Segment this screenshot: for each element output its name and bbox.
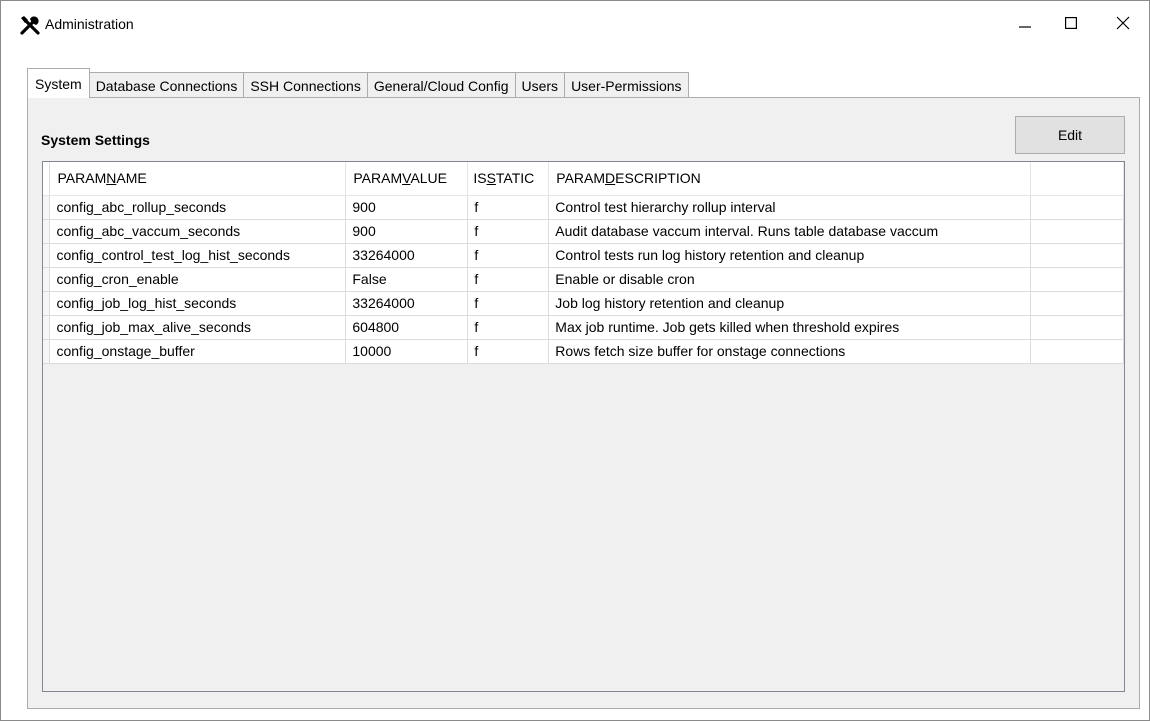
tab-users[interactable]: Users xyxy=(514,72,566,98)
cell-paramname[interactable]: config_cron_enable xyxy=(49,267,347,292)
cell-isstatic[interactable]: f xyxy=(467,195,550,220)
minimize-icon xyxy=(1019,16,1031,32)
title-bar[interactable]: Administration xyxy=(1,1,1149,47)
table-row[interactable]: config_abc_vaccum_seconds 900 f Audit da… xyxy=(43,219,1124,244)
column-header-paramname[interactable]: PARAMNAME xyxy=(49,162,347,196)
system-tab-page: System Settings Edit PARAMNAME PARAMVALU… xyxy=(27,97,1140,709)
tab-system[interactable]: System xyxy=(27,68,90,98)
cell-paramname[interactable]: config_job_max_alive_seconds xyxy=(49,315,347,340)
column-header-filler xyxy=(1030,162,1124,196)
row-header[interactable] xyxy=(43,219,51,244)
cell-filler xyxy=(1030,291,1124,316)
table-row[interactable]: config_job_log_hist_seconds 33264000 f J… xyxy=(43,291,1124,316)
table-row[interactable]: config_control_test_log_hist_seconds 332… xyxy=(43,243,1124,268)
cell-paramdescription[interactable]: Max job runtime. Job gets killed when th… xyxy=(548,315,1032,340)
tab-user-permissions[interactable]: User-Permissions xyxy=(564,72,689,98)
maximize-icon xyxy=(1065,16,1078,32)
row-header[interactable] xyxy=(43,195,51,220)
maximize-button[interactable] xyxy=(1048,1,1094,47)
window-title: Administration xyxy=(45,16,134,32)
cell-paramdescription[interactable]: Rows fetch size buffer for onstage conne… xyxy=(548,339,1032,364)
cell-isstatic[interactable]: f xyxy=(467,267,550,292)
tab-database-connections[interactable]: Database Connections xyxy=(88,72,245,98)
cell-isstatic[interactable]: f xyxy=(467,243,550,268)
row-header[interactable] xyxy=(43,339,51,364)
cell-paramdescription[interactable]: Audit database vaccum interval. Runs tab… xyxy=(548,219,1032,244)
cell-filler xyxy=(1030,339,1124,364)
cell-filler xyxy=(1030,267,1124,292)
cell-filler xyxy=(1030,219,1124,244)
tab-ssh-connections[interactable]: SSH Connections xyxy=(243,72,368,98)
cell-filler xyxy=(1030,243,1124,268)
cell-paramvalue[interactable]: 900 xyxy=(345,219,469,244)
cell-paramname[interactable]: config_control_test_log_hist_seconds xyxy=(49,243,347,268)
admin-window: Administration System Database Connectio… xyxy=(0,0,1150,721)
cell-paramname[interactable]: config_onstage_buffer xyxy=(49,339,347,364)
table-row[interactable]: config_onstage_buffer 10000 f Rows fetch… xyxy=(43,339,1124,364)
cell-isstatic[interactable]: f xyxy=(467,291,550,316)
cell-paramdescription[interactable]: Enable or disable cron xyxy=(548,267,1032,292)
column-header-isstatic[interactable]: ISSTATIC xyxy=(467,162,550,196)
settings-grid[interactable]: PARAMNAME PARAMVALUE ISSTATIC PARAMDESCR… xyxy=(42,161,1125,692)
close-button[interactable] xyxy=(1100,1,1146,47)
column-header-paramvalue[interactable]: PARAMVALUE xyxy=(345,162,469,196)
header-row: PARAMNAME PARAMVALUE ISSTATIC PARAMDESCR… xyxy=(43,162,1124,196)
table-row[interactable]: config_abc_rollup_seconds 900 f Control … xyxy=(43,195,1124,220)
row-header[interactable] xyxy=(43,291,51,316)
cell-paramname[interactable]: config_job_log_hist_seconds xyxy=(49,291,347,316)
row-header-corner xyxy=(43,162,51,196)
cell-paramvalue[interactable]: 10000 xyxy=(345,339,469,364)
table-row[interactable]: config_job_max_alive_seconds 604800 f Ma… xyxy=(43,315,1124,340)
cell-paramname[interactable]: config_abc_rollup_seconds xyxy=(49,195,347,220)
cell-paramvalue[interactable]: 900 xyxy=(345,195,469,220)
tools-icon xyxy=(19,14,41,36)
table-row[interactable]: config_cron_enable False f Enable or dis… xyxy=(43,267,1124,292)
cell-paramname[interactable]: config_abc_vaccum_seconds xyxy=(49,219,347,244)
column-header-paramdescription[interactable]: PARAMDESCRIPTION xyxy=(548,162,1032,196)
close-icon xyxy=(1116,16,1130,33)
page-title: System Settings xyxy=(41,132,150,148)
minimize-button[interactable] xyxy=(1002,1,1048,47)
cell-isstatic[interactable]: f xyxy=(467,219,550,244)
cell-paramvalue[interactable]: False xyxy=(345,267,469,292)
cell-paramvalue[interactable]: 33264000 xyxy=(345,243,469,268)
tab-strip: System Database Connections SSH Connecti… xyxy=(27,68,689,98)
row-header[interactable] xyxy=(43,267,51,292)
cell-paramdescription[interactable]: Job log history retention and cleanup xyxy=(548,291,1032,316)
cell-isstatic[interactable]: f xyxy=(467,315,550,340)
cell-paramdescription[interactable]: Control tests run log history retention … xyxy=(548,243,1032,268)
tab-general-cloud-config[interactable]: General/Cloud Config xyxy=(366,72,516,98)
cell-paramvalue[interactable]: 604800 xyxy=(345,315,469,340)
row-header[interactable] xyxy=(43,315,51,340)
edit-button[interactable]: Edit xyxy=(1015,116,1125,154)
cell-isstatic[interactable]: f xyxy=(467,339,550,364)
cell-filler xyxy=(1030,195,1124,220)
row-header[interactable] xyxy=(43,243,51,268)
cell-paramvalue[interactable]: 33264000 xyxy=(345,291,469,316)
cell-paramdescription[interactable]: Control test hierarchy rollup interval xyxy=(548,195,1032,220)
cell-filler xyxy=(1030,315,1124,340)
